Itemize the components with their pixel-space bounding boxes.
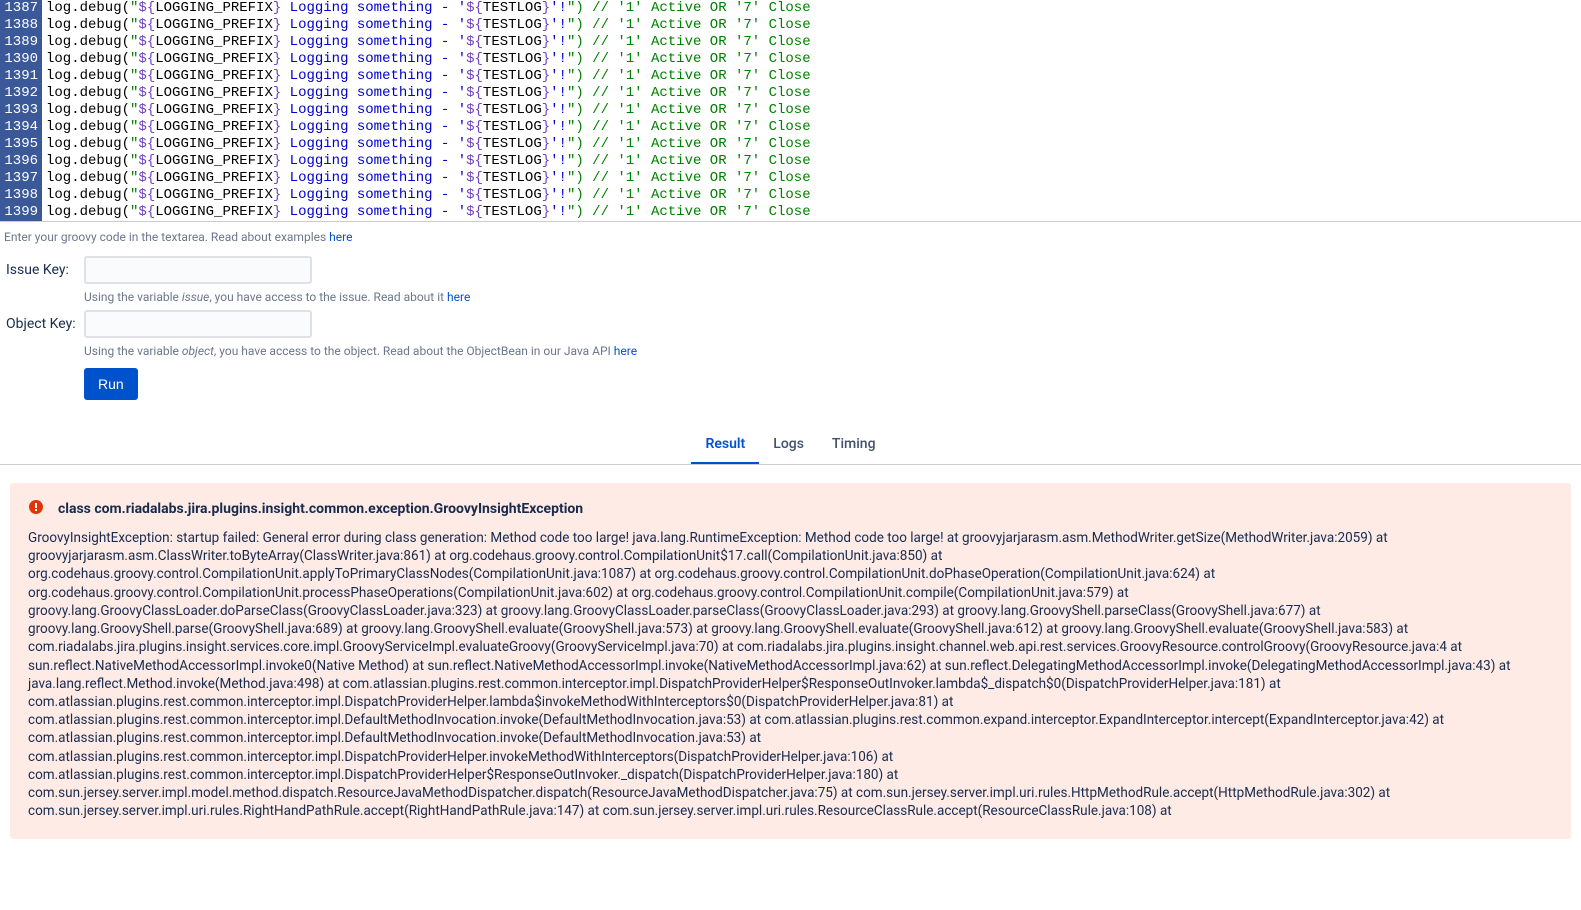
line-number: 1388 (0, 17, 42, 34)
line-number: 1395 (0, 136, 42, 153)
code-content[interactable]: log.debug("${LOGGING_PREFIX} Logging som… (42, 34, 811, 51)
code-content[interactable]: log.debug("${LOGGING_PREFIX} Logging som… (42, 17, 811, 34)
code-content[interactable]: log.debug("${LOGGING_PREFIX} Logging som… (42, 136, 811, 153)
code-line[interactable]: 1399log.debug("${LOGGING_PREFIX} Logging… (0, 204, 1581, 221)
code-content[interactable]: log.debug("${LOGGING_PREFIX} Logging som… (42, 51, 811, 68)
run-button[interactable]: Run (84, 368, 138, 400)
line-number: 1399 (0, 204, 42, 221)
line-number: 1393 (0, 102, 42, 119)
code-content[interactable]: log.debug("${LOGGING_PREFIX} Logging som… (42, 85, 811, 102)
code-editor[interactable]: 1387log.debug("${LOGGING_PREFIX} Logging… (0, 0, 1581, 222)
code-content[interactable]: log.debug("${LOGGING_PREFIX} Logging som… (42, 187, 811, 204)
line-number: 1398 (0, 187, 42, 204)
code-content[interactable]: log.debug("${LOGGING_PREFIX} Logging som… (42, 0, 811, 17)
code-line[interactable]: 1393log.debug("${LOGGING_PREFIX} Logging… (0, 102, 1581, 119)
code-line[interactable]: 1395log.debug("${LOGGING_PREFIX} Logging… (0, 136, 1581, 153)
issue-key-help: Using the variable issue, you have acces… (84, 290, 470, 304)
code-line[interactable]: 1389log.debug("${LOGGING_PREFIX} Logging… (0, 34, 1581, 51)
code-line[interactable]: 1387log.debug("${LOGGING_PREFIX} Logging… (0, 0, 1581, 17)
code-line[interactable]: 1397log.debug("${LOGGING_PREFIX} Logging… (0, 170, 1581, 187)
code-line[interactable]: 1394log.debug("${LOGGING_PREFIX} Logging… (0, 119, 1581, 136)
code-line[interactable]: 1390log.debug("${LOGGING_PREFIX} Logging… (0, 51, 1581, 68)
object-key-row: Object Key: Using the variable object, y… (6, 310, 1575, 358)
object-key-label: Object Key: (6, 310, 84, 332)
line-number: 1389 (0, 34, 42, 51)
object-help-link[interactable]: here (614, 344, 637, 358)
code-line[interactable]: 1388log.debug("${LOGGING_PREFIX} Logging… (0, 17, 1581, 34)
code-content[interactable]: log.debug("${LOGGING_PREFIX} Logging som… (42, 119, 811, 136)
error-icon (28, 499, 44, 519)
code-content[interactable]: log.debug("${LOGGING_PREFIX} Logging som… (42, 102, 811, 119)
editor-help-prefix: Enter your groovy code in the textarea. … (4, 230, 329, 244)
issue-key-label: Issue Key: (6, 256, 84, 278)
stacktrace: GroovyInsightException: startup failed: … (28, 529, 1553, 821)
issue-key-input[interactable] (84, 256, 312, 284)
line-number: 1387 (0, 0, 42, 17)
code-line[interactable]: 1392log.debug("${LOGGING_PREFIX} Logging… (0, 85, 1581, 102)
line-number: 1394 (0, 119, 42, 136)
tab-result[interactable]: Result (691, 428, 759, 464)
code-line[interactable]: 1396log.debug("${LOGGING_PREFIX} Logging… (0, 153, 1581, 170)
tab-logs[interactable]: Logs (759, 428, 818, 464)
exception-title: class com.riadalabs.jira.plugins.insight… (58, 501, 583, 517)
code-line[interactable]: 1391log.debug("${LOGGING_PREFIX} Logging… (0, 68, 1581, 85)
result-panel: class com.riadalabs.jira.plugins.insight… (10, 483, 1571, 839)
issue-help-link[interactable]: here (447, 290, 470, 304)
line-number: 1390 (0, 51, 42, 68)
line-number: 1391 (0, 68, 42, 85)
issue-key-row: Issue Key: Using the variable issue, you… (6, 256, 1575, 304)
line-number: 1392 (0, 85, 42, 102)
object-key-input[interactable] (84, 310, 312, 338)
object-key-help: Using the variable object, you have acce… (84, 344, 637, 358)
tab-timing[interactable]: Timing (818, 428, 890, 464)
code-content[interactable]: log.debug("${LOGGING_PREFIX} Logging som… (42, 153, 811, 170)
line-number: 1396 (0, 153, 42, 170)
line-number: 1397 (0, 170, 42, 187)
editor-help-link[interactable]: here (329, 230, 352, 244)
tabs: Result Logs Timing (0, 428, 1581, 465)
code-content[interactable]: log.debug("${LOGGING_PREFIX} Logging som… (42, 170, 811, 187)
form-section: Issue Key: Using the variable issue, you… (0, 248, 1581, 408)
code-content[interactable]: log.debug("${LOGGING_PREFIX} Logging som… (42, 68, 811, 85)
code-content[interactable]: log.debug("${LOGGING_PREFIX} Logging som… (42, 204, 811, 221)
code-line[interactable]: 1398log.debug("${LOGGING_PREFIX} Logging… (0, 187, 1581, 204)
editor-help-text: Enter your groovy code in the textarea. … (0, 222, 1581, 248)
